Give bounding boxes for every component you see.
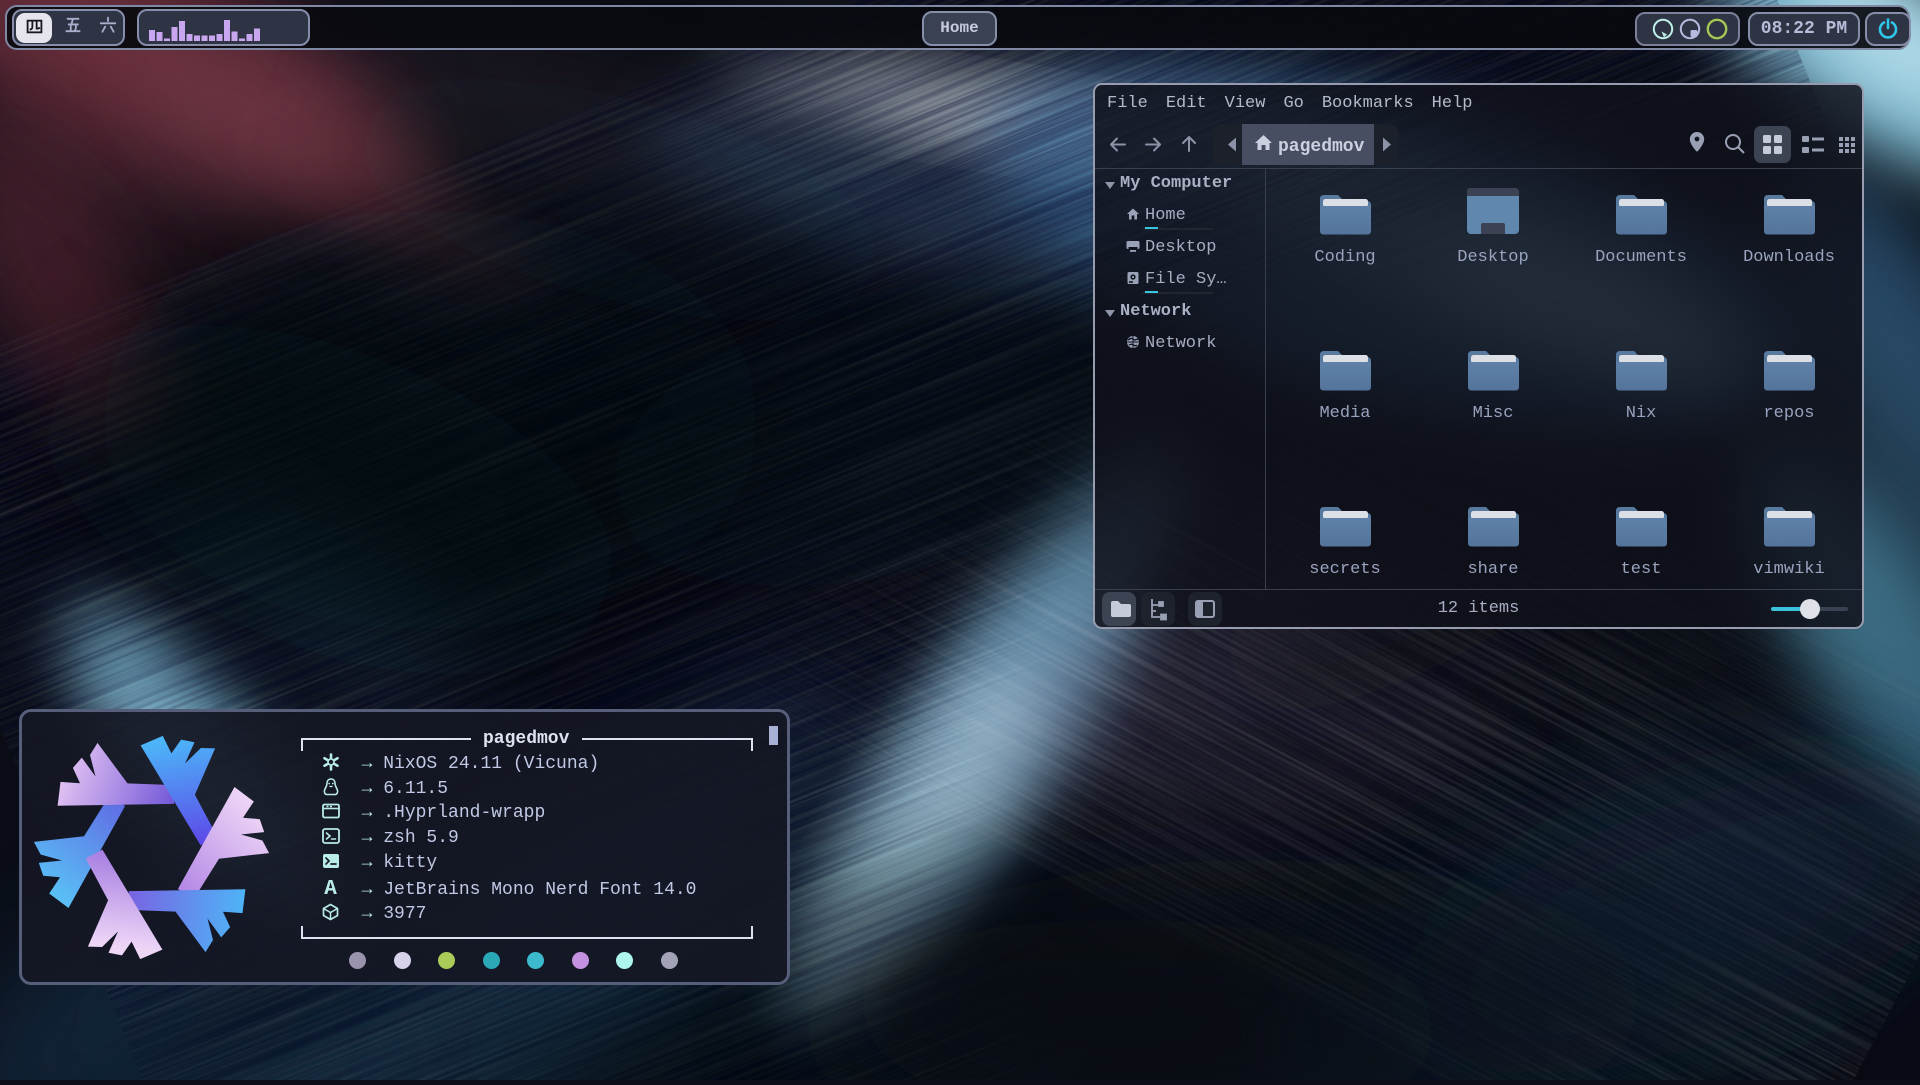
svg-text:pagedmov: pagedmov: [1278, 137, 1365, 157]
